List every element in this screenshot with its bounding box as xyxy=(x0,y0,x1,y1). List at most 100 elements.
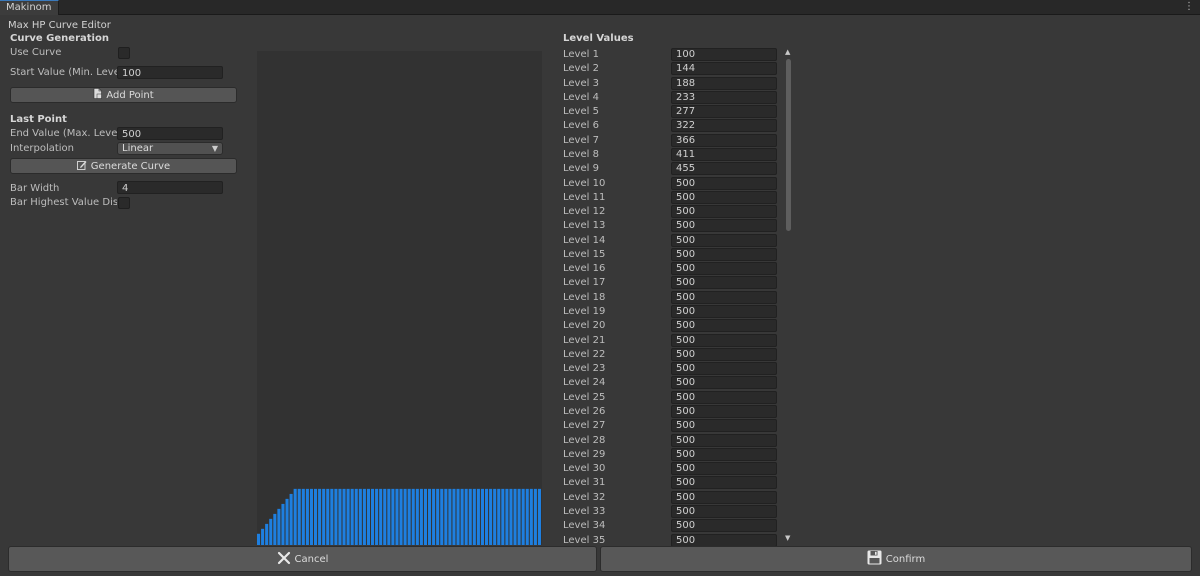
level-row: Level 3 188 xyxy=(563,76,777,91)
level-value-field[interactable]: 500 xyxy=(671,533,777,547)
generate-curve-button[interactable]: Generate Curve xyxy=(10,158,237,174)
level-value-field[interactable]: 277 xyxy=(671,105,777,119)
level-label: Level 27 xyxy=(563,420,606,432)
level-row: Level 29 500 xyxy=(563,447,777,462)
level-value-field[interactable]: 455 xyxy=(671,162,777,176)
level-value-field[interactable]: 500 xyxy=(671,333,777,347)
start-value-label: Start Value (Min. Level) xyxy=(10,67,127,78)
bar-highest-checkbox[interactable] xyxy=(118,197,130,209)
curve-bar xyxy=(411,488,415,545)
level-value-field[interactable]: 500 xyxy=(671,305,777,319)
curve-bar xyxy=(517,488,521,545)
curve-bar xyxy=(485,488,489,545)
level-value-field[interactable]: 188 xyxy=(671,76,777,90)
curve-bar xyxy=(428,488,432,545)
level-value-field[interactable]: 500 xyxy=(671,219,777,233)
scroll-down-icon[interactable]: ▼ xyxy=(785,534,790,542)
level-value-field[interactable]: 500 xyxy=(671,462,777,476)
level-row: Level 25 500 xyxy=(563,390,777,405)
add-point-button[interactable]: Add Point xyxy=(10,87,237,103)
level-value-field[interactable]: 500 xyxy=(671,390,777,404)
confirm-button[interactable]: Confirm xyxy=(600,546,1192,572)
level-value-field[interactable]: 322 xyxy=(671,119,777,133)
curve-bar xyxy=(289,493,293,545)
scroll-up-icon[interactable]: ▲ xyxy=(785,48,790,56)
use-curve-checkbox[interactable] xyxy=(118,47,130,59)
curve-bar xyxy=(330,488,334,545)
curve-bar xyxy=(407,488,411,545)
level-value-field[interactable]: 500 xyxy=(671,504,777,518)
level-label: Level 10 xyxy=(563,177,606,189)
level-value-field[interactable]: 500 xyxy=(671,376,777,390)
level-value-field[interactable]: 500 xyxy=(671,476,777,490)
level-value-field[interactable]: 500 xyxy=(671,447,777,461)
level-label: Level 18 xyxy=(563,291,606,303)
curve-bar xyxy=(301,488,305,545)
level-value-field[interactable]: 500 xyxy=(671,276,777,290)
level-value-field[interactable]: 500 xyxy=(671,433,777,447)
curve-bar xyxy=(533,488,537,545)
level-value-field[interactable]: 500 xyxy=(671,190,777,204)
generate-curve-label: Generate Curve xyxy=(90,160,171,172)
chevron-down-icon: ▼ xyxy=(211,144,218,153)
level-value-field[interactable]: 500 xyxy=(671,490,777,504)
level-value-field[interactable]: 366 xyxy=(671,133,777,147)
curve-bar xyxy=(423,488,427,545)
level-value-field[interactable]: 500 xyxy=(671,319,777,333)
start-value-field[interactable]: 100 xyxy=(117,66,223,79)
level-value-field[interactable]: 500 xyxy=(671,262,777,276)
level-value-field[interactable]: 233 xyxy=(671,90,777,104)
level-row: Level 33 500 xyxy=(563,504,777,519)
curve-bar xyxy=(383,488,387,545)
curve-bar xyxy=(432,488,436,545)
level-value-field[interactable]: 500 xyxy=(671,519,777,533)
curve-bar xyxy=(501,488,505,545)
level-value-field[interactable]: 500 xyxy=(671,347,777,361)
level-label: Level 6 xyxy=(563,120,599,132)
interpolation-dropdown[interactable]: Linear ▼ xyxy=(117,142,223,155)
level-label: Level 34 xyxy=(563,520,606,532)
curve-bar xyxy=(509,488,513,545)
level-value-field[interactable]: 500 xyxy=(671,362,777,376)
level-value-field[interactable]: 500 xyxy=(671,419,777,433)
level-label: Level 33 xyxy=(563,505,606,517)
level-row: Level 11 500 xyxy=(563,190,777,205)
tab-makinom[interactable]: Makinom xyxy=(0,0,59,15)
level-row: Level 18 500 xyxy=(563,290,777,305)
curve-bar xyxy=(366,488,370,545)
title-bar: Makinom ⋮ xyxy=(0,0,1200,15)
level-value-field[interactable]: 500 xyxy=(671,233,777,247)
level-value-field[interactable]: 411 xyxy=(671,147,777,161)
level-value-field[interactable]: 100 xyxy=(671,48,777,61)
curve-bar xyxy=(456,488,460,545)
curve-bar xyxy=(480,488,484,545)
level-row: Level 21 500 xyxy=(563,333,777,348)
scroll-thumb[interactable] xyxy=(786,59,791,231)
level-value-field[interactable]: 500 xyxy=(671,290,777,304)
more-vertical-icon[interactable]: ⋮ xyxy=(1184,0,1194,14)
level-row: Level 31 500 xyxy=(563,476,777,490)
curve-bar xyxy=(513,488,517,545)
cancel-button[interactable]: Cancel xyxy=(8,546,597,572)
curve-preview-svg xyxy=(257,488,541,545)
curve-bar xyxy=(505,488,509,545)
bar-width-field[interactable]: 4 xyxy=(117,181,223,194)
level-row: Level 23 500 xyxy=(563,362,777,376)
curve-bar xyxy=(318,488,322,545)
level-label: Level 32 xyxy=(563,491,606,503)
level-value-field[interactable]: 144 xyxy=(671,62,777,76)
level-label: Level 26 xyxy=(563,406,606,417)
level-label: Level 13 xyxy=(563,220,606,232)
curve-bar xyxy=(273,513,277,545)
level-label: Level 3 xyxy=(563,77,599,89)
level-value-field[interactable]: 500 xyxy=(671,405,777,418)
level-row: Level 27 500 xyxy=(563,419,777,433)
end-value-field[interactable]: 500 xyxy=(117,127,223,140)
level-value-field[interactable]: 500 xyxy=(671,205,777,219)
level-label: Level 20 xyxy=(563,320,606,332)
level-value-field[interactable]: 500 xyxy=(671,176,777,190)
level-row: Level 22 500 xyxy=(563,347,777,362)
level-value-field[interactable]: 500 xyxy=(671,247,777,261)
level-label: Level 15 xyxy=(563,248,606,260)
curve-bar xyxy=(493,488,497,545)
